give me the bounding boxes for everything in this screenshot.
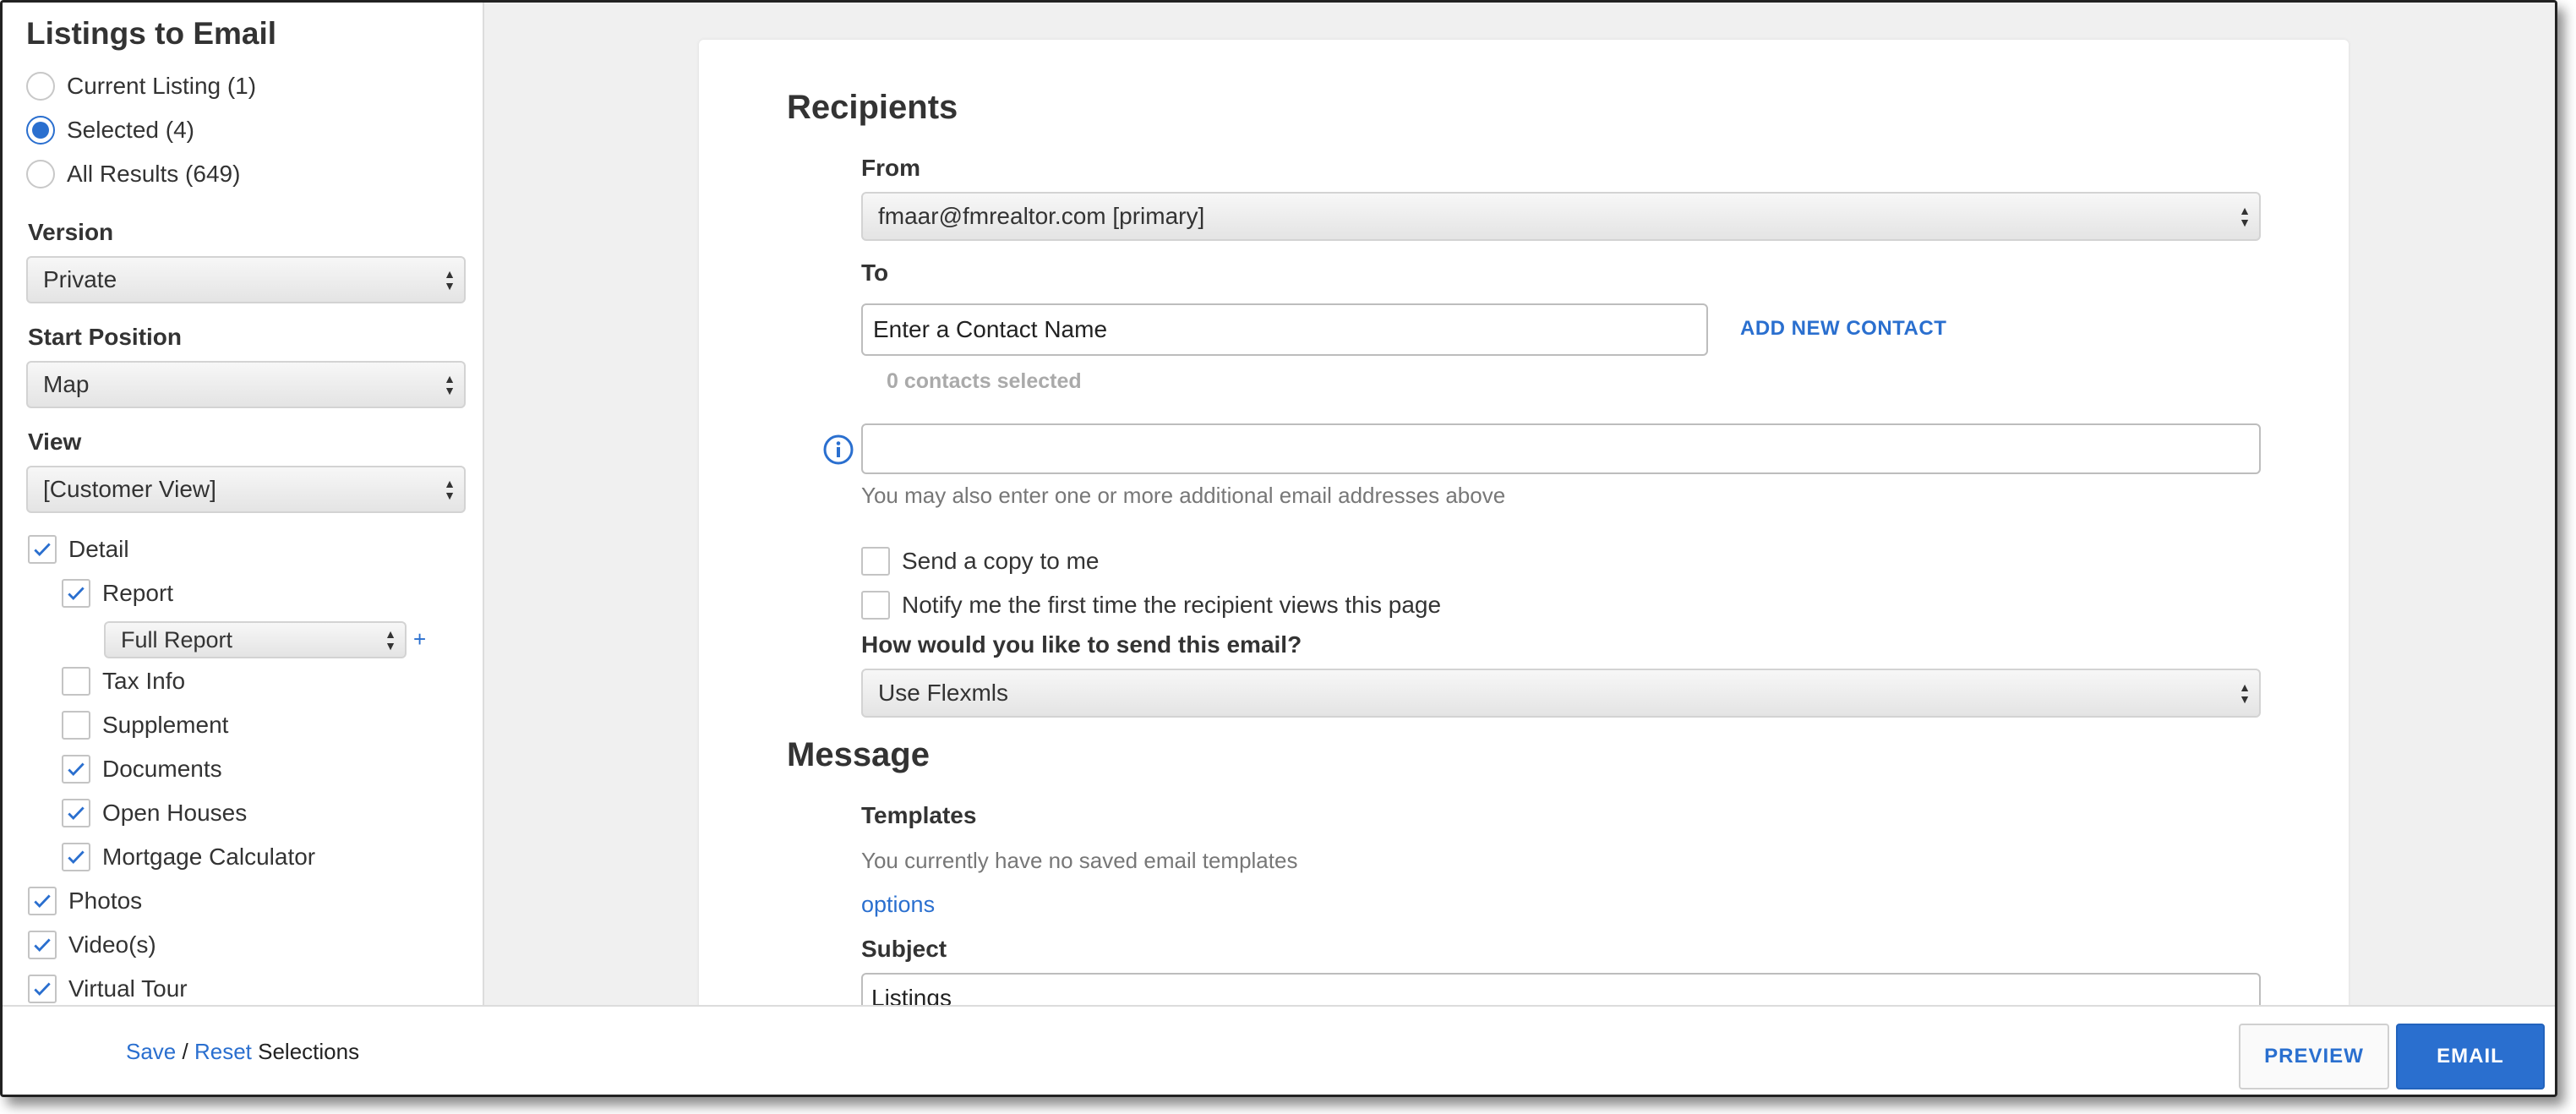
checkbox-photos[interactable]: Photos [28, 887, 142, 915]
add-new-contact-link[interactable]: ADD NEW CONTACT [1740, 317, 1946, 341]
contact-name-field[interactable] [871, 315, 1706, 344]
checkbox-notify[interactable]: Notify me the first time the recipient v… [861, 591, 1441, 620]
select-arrows-icon: ▲ ▼ [444, 372, 456, 397]
sidebar: Listings to Email Current Listing (1) Se… [3, 3, 484, 1005]
checkbox-checked-icon[interactable] [28, 535, 57, 564]
version-label: Version [28, 219, 114, 245]
sidebar-title: Listings to Email [26, 16, 277, 51]
select-arrows-icon: ▲ ▼ [2239, 204, 2251, 229]
save-reset-selections: Save / Reset Selections [126, 1039, 360, 1064]
checkbox-unchecked-icon[interactable] [62, 711, 90, 740]
templates-label: Templates [861, 802, 977, 828]
templates-empty-text: You currently have no saved email templa… [861, 848, 1298, 873]
select-arrows-icon: ▲ ▼ [2239, 680, 2251, 706]
send-method-select[interactable]: Use Flexmls ▲ ▼ [861, 669, 2261, 718]
radio-icon[interactable] [26, 72, 55, 101]
start-position-label: Start Position [28, 324, 183, 350]
email-form-card: Recipients From fmaar@fmrealtor.com [pri… [699, 40, 2349, 1054]
reset-selections-link[interactable]: Reset [194, 1039, 252, 1064]
contact-name-input[interactable] [861, 303, 1708, 356]
radio-all-results[interactable]: All Results (649) [26, 160, 240, 188]
checkbox-checked-icon[interactable] [62, 579, 90, 608]
view-select[interactable]: [Customer View] ▲ ▼ [26, 466, 466, 513]
checkbox-checked-icon[interactable] [62, 843, 90, 871]
from-label: From [861, 155, 920, 181]
save-selections-link[interactable]: Save [126, 1039, 176, 1064]
options-link[interactable]: options [861, 892, 935, 918]
select-arrows-icon: ▲ ▼ [385, 627, 396, 653]
checkbox-supplement[interactable]: Supplement [62, 711, 228, 740]
radio-current-listing[interactable]: Current Listing (1) [26, 72, 256, 101]
report-type-select[interactable]: Full Report ▲ ▼ [104, 621, 407, 658]
from-select[interactable]: fmaar@fmrealtor.com [primary] ▲ ▼ [861, 192, 2261, 241]
checkbox-virtual-tour[interactable]: Virtual Tour [28, 975, 188, 1003]
checkbox-tax-info[interactable]: Tax Info [62, 667, 185, 696]
version-select[interactable]: Private ▲ ▼ [26, 256, 466, 303]
view-label: View [28, 429, 82, 455]
checkbox-detail[interactable]: Detail [28, 535, 129, 564]
contacts-selected-count: 0 contacts selected [887, 369, 1082, 393]
checkbox-videos[interactable]: Video(s) [28, 931, 156, 959]
main-panel: Recipients From fmaar@fmrealtor.com [pri… [484, 3, 2555, 1054]
checkbox-send-copy[interactable]: Send a copy to me [861, 547, 1099, 576]
subject-label: Subject [861, 936, 947, 962]
footer-bar: Save / Reset Selections PREVIEW EMAIL [3, 1005, 2555, 1095]
radio-icon[interactable] [26, 160, 55, 188]
additional-emails-hint: You may also enter one or more additiona… [861, 483, 1506, 508]
additional-emails-field[interactable] [871, 434, 2259, 463]
selections-text: Selections [258, 1039, 360, 1064]
checkbox-checked-icon[interactable] [28, 931, 57, 959]
recipients-heading: Recipients [787, 89, 958, 126]
checkbox-checked-icon[interactable] [62, 755, 90, 784]
checkbox-checked-icon[interactable] [28, 975, 57, 1003]
email-listings-window: Listings to Email Current Listing (1) Se… [0, 0, 2557, 1097]
checkbox-unchecked-icon[interactable] [62, 667, 90, 696]
info-icon[interactable] [822, 434, 854, 466]
checkbox-checked-icon[interactable] [28, 887, 57, 915]
additional-emails-input[interactable] [861, 423, 2261, 474]
email-button[interactable]: EMAIL [2396, 1024, 2545, 1089]
checkbox-mortgage-calculator[interactable]: Mortgage Calculator [62, 843, 315, 871]
checkbox-unchecked-icon[interactable] [861, 591, 890, 620]
select-arrows-icon: ▲ ▼ [444, 267, 456, 292]
start-position-select[interactable]: Map ▲ ▼ [26, 361, 466, 408]
checkbox-open-houses[interactable]: Open Houses [62, 799, 247, 827]
checkbox-documents[interactable]: Documents [62, 755, 222, 784]
radio-selected[interactable]: Selected (4) [26, 116, 194, 145]
to-label: To [861, 259, 889, 286]
preview-button[interactable]: PREVIEW [2239, 1024, 2389, 1089]
checkbox-unchecked-icon[interactable] [861, 547, 890, 576]
select-arrows-icon: ▲ ▼ [444, 477, 456, 502]
message-heading: Message [787, 736, 930, 773]
checkbox-checked-icon[interactable] [62, 799, 90, 827]
radio-icon[interactable] [26, 116, 55, 145]
send-method-label: How would you like to send this email? [861, 631, 1302, 658]
checkbox-report[interactable]: Report [62, 579, 173, 608]
add-report-plus-icon[interactable]: + [413, 626, 426, 653]
